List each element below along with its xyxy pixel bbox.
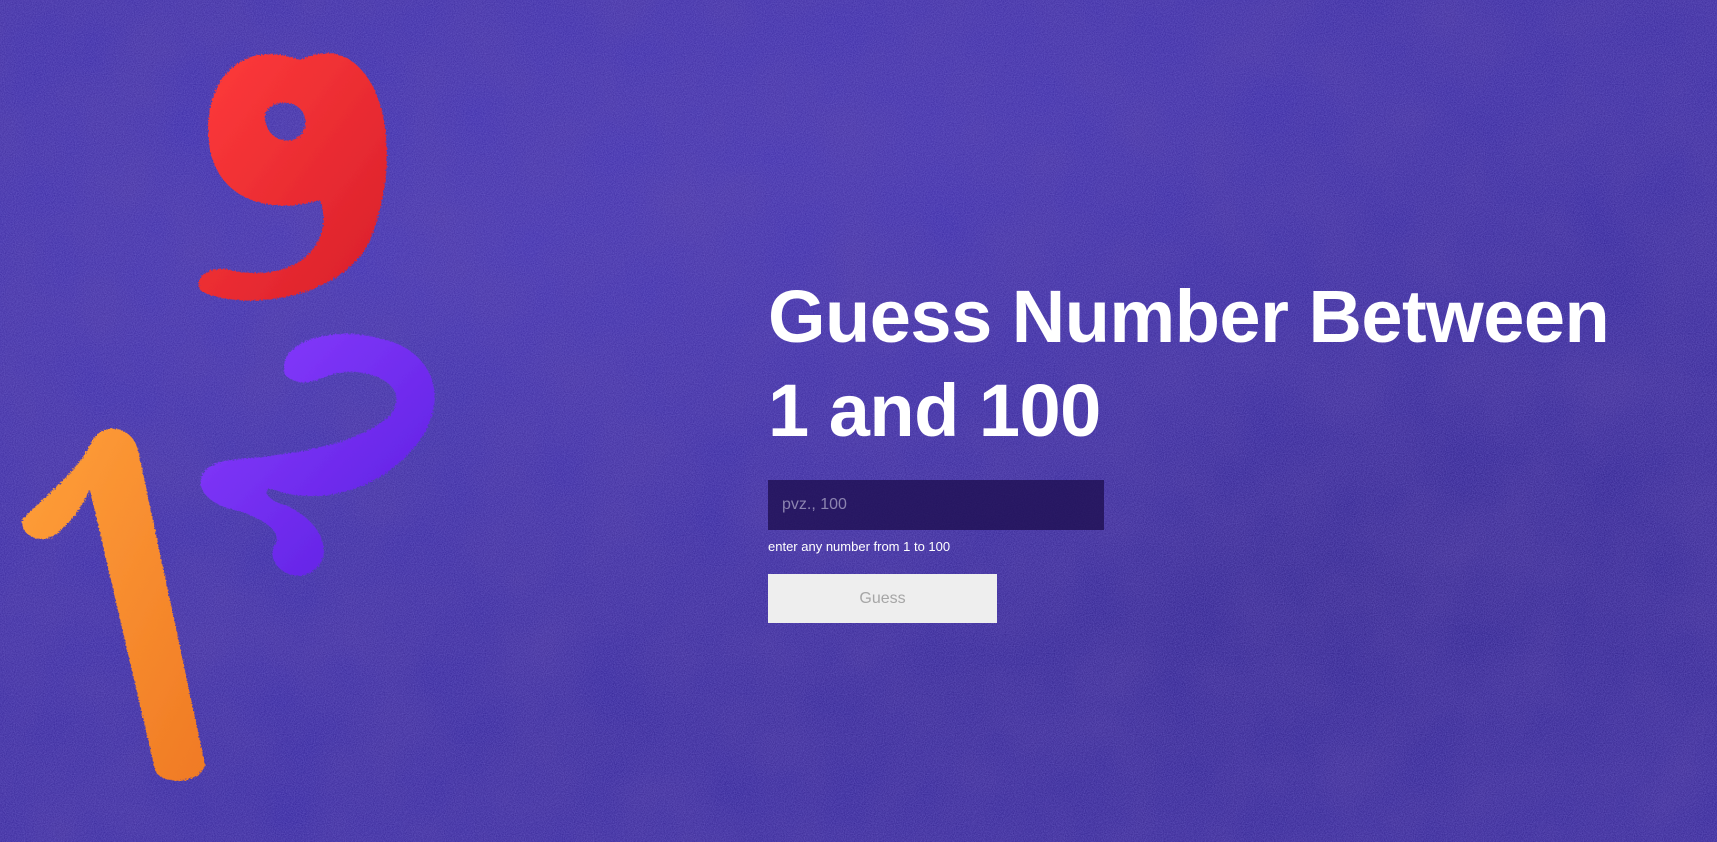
input-hint: enter any number from 1 to 100 [768, 539, 951, 554]
number-input[interactable] [768, 480, 1104, 530]
guess-button[interactable]: Guess [768, 574, 997, 623]
yarn-number-2-icon [200, 333, 435, 576]
yarn-number-9-icon [198, 53, 387, 301]
yarn-numbers-decoration [21, 53, 435, 781]
page-title: Guess Number Between 1 and 100 [768, 275, 1610, 452]
yarn-number-1-icon [21, 428, 205, 781]
guess-panel: Guess Number Between 1 and 100 enter any… [768, 270, 1648, 623]
